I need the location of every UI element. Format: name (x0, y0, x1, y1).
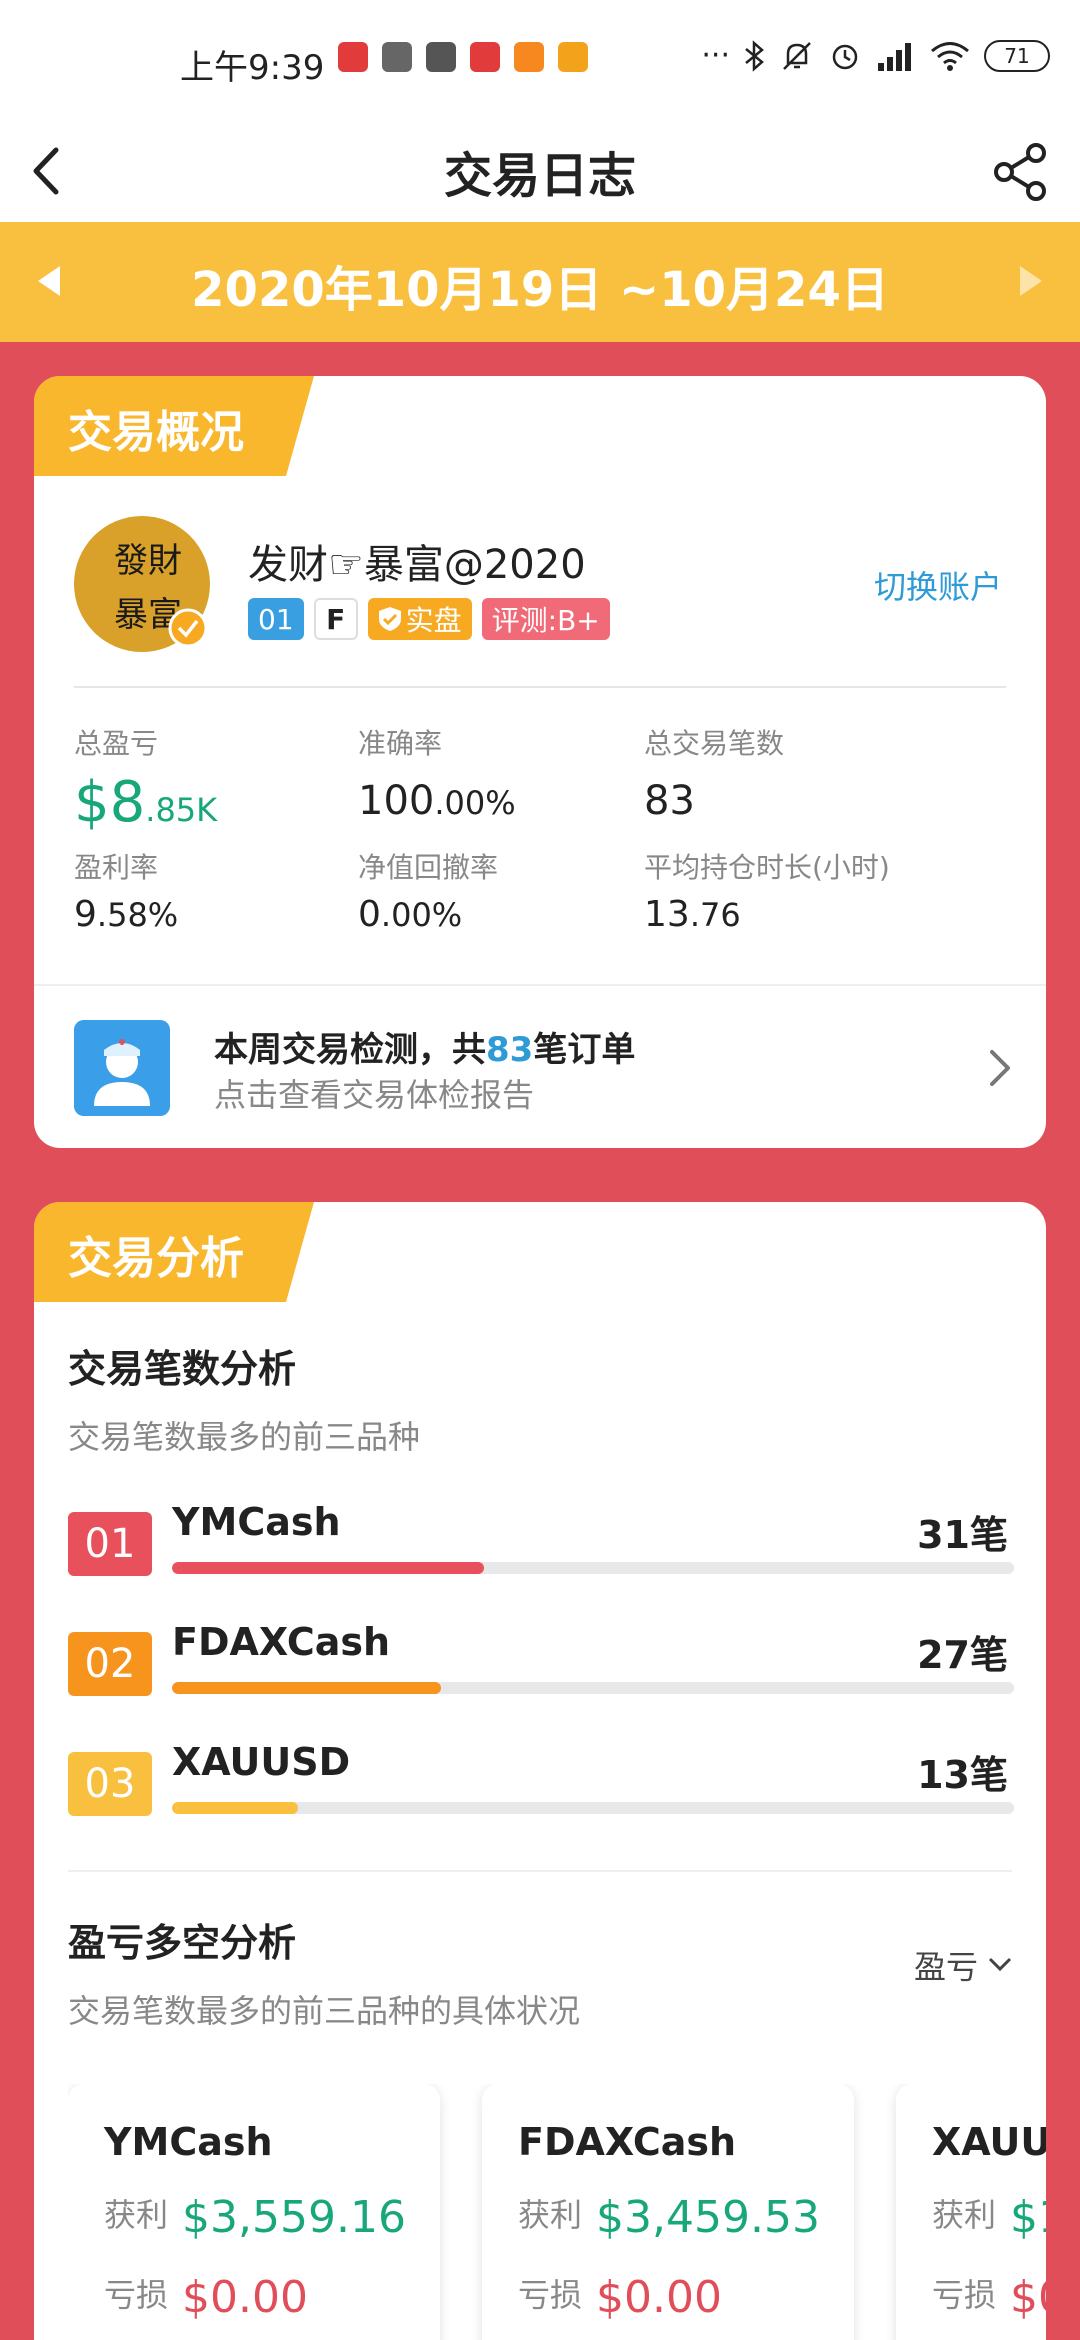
stat-profit-rate: 盈利率 9.58% (74, 851, 179, 935)
divider (68, 1870, 1012, 1872)
pl-profit-line: 获利$1, (932, 2191, 1046, 2243)
rank-symbol: XAUUSD (172, 1740, 351, 1784)
status-app-icons (338, 42, 588, 72)
more-notifications-icon: ··· (701, 38, 730, 73)
switch-account-link[interactable]: 切换账户 (874, 562, 1002, 608)
pl-symbol: XAUUSD (932, 2120, 1046, 2164)
overview-tag: 交易概况 (68, 407, 244, 458)
username: 发财☞暴富@2020 (248, 542, 586, 588)
rank-badge: 03 (68, 1752, 152, 1816)
divider (74, 686, 1006, 688)
analysis-tag: 交易分析 (68, 1233, 244, 1284)
trade-analysis-card: 交易分析 交易笔数分析 交易笔数最多的前三品种 01 YMCash 31笔 02… (34, 1202, 1046, 2340)
rank-row[interactable]: 02 FDAXCash 27笔 (68, 1620, 1014, 1722)
rating-badge: 评测:B+ (481, 598, 610, 640)
rank-badge: 02 (68, 1632, 152, 1696)
trade-count-title: 交易笔数分析 (68, 1347, 297, 1391)
signal-icon (878, 42, 911, 71)
rank-bar-track (172, 1802, 1014, 1814)
doctor-check-icon[interactable] (74, 1020, 170, 1116)
chevron-right-icon[interactable] (988, 1048, 1012, 1088)
rank-bar-fill (172, 1562, 484, 1574)
pl-symbol: YMCash (104, 2120, 273, 2164)
rank-bar-fill (172, 1802, 299, 1814)
pl-loss-line: 亏损$0 (932, 2271, 1046, 2323)
stat-total-pl: 总盈亏 $8.85K (74, 727, 218, 835)
app-icon-red (338, 42, 368, 72)
toutiao-icon (470, 42, 500, 72)
weekly-check-subtitle[interactable]: 点击查看交易体检报告 (214, 1070, 534, 1116)
stat-total-trades: 总交易笔数 83 (644, 727, 785, 824)
chevron-down-icon (988, 1957, 1012, 1972)
app-icon-orange (514, 42, 544, 72)
status-time: 上午9:39 (180, 48, 325, 88)
broker-logo-icon: F (313, 598, 358, 640)
status-bar: 上午9:39 ··· 71 (0, 0, 1080, 120)
pl-card[interactable]: YMCash 获利 $3,559.16 亏损 $0.00 (68, 2084, 440, 2340)
rank-bar-track (172, 1682, 1014, 1694)
mute-icon (783, 41, 811, 70)
app-icon-gray (426, 42, 456, 72)
pl-symbol: FDAXCash (518, 2120, 737, 2164)
rank-bar-fill (172, 1682, 442, 1694)
rank-symbol: YMCash (172, 1500, 341, 1544)
pl-type-dropdown[interactable]: 盈亏 (914, 1942, 1012, 1988)
battery-icon: 71 (984, 39, 1050, 72)
share-icon[interactable] (992, 142, 1050, 202)
bluetooth-icon (745, 39, 764, 72)
pl-profit-line: 获利 $3,459.53 (518, 2191, 820, 2243)
alarm-clock-icon (832, 44, 858, 69)
rank-count: 31笔 (917, 1513, 1008, 1557)
rank-badge: 01 (68, 1512, 152, 1576)
rank-row[interactable]: 03 XAUUSD 13笔 (68, 1740, 1014, 1842)
stat-avg-hold-time: 平均持仓时长(小时) 13.76 (644, 851, 890, 935)
pl-analysis-title: 盈亏多空分析 (68, 1921, 297, 1965)
page-title: 交易日志 (443, 148, 636, 204)
pl-analysis-subtitle: 交易笔数最多的前三品种的具体状况 (68, 1992, 581, 2030)
weekly-check-title[interactable]: 本周交易检测，共83笔订单 (214, 1022, 635, 1071)
weibo-icon (558, 42, 588, 72)
status-indicators: ··· 71 (701, 38, 1050, 73)
verified-icon (168, 608, 208, 648)
wifi-icon (931, 41, 969, 71)
trade-overview-card: 交易概况 發財暴富 发财☞暴富@2020 01 F 实盘 评测:B+ 切换账户 … (34, 376, 1046, 1148)
trade-count-subtitle: 交易笔数最多的前三品种 (68, 1418, 421, 1456)
account-number-badge: 01 (248, 598, 304, 640)
account-badges: 01 F 实盘 评测:B+ (248, 598, 610, 640)
rank-count: 27笔 (917, 1633, 1008, 1677)
pl-loss-line: 亏损 $0.00 (104, 2271, 308, 2323)
stat-drawdown: 净值回撤率 0.00% (358, 851, 499, 935)
stat-accuracy: 准确率 100.00% (358, 727, 516, 824)
pl-card[interactable]: FDAXCash 获利 $3,459.53 亏损 $0.00 (482, 2084, 854, 2340)
date-range-text: 2020年10月19日 ~10月24日 (191, 262, 889, 318)
real-account-badge: 实盘 (367, 598, 472, 640)
rank-bar-track (172, 1562, 1014, 1574)
rank-count: 13笔 (917, 1753, 1008, 1797)
rank-symbol: FDAXCash (172, 1620, 391, 1664)
top-bar: 交易日志 (0, 120, 1080, 222)
date-range-bar: 2020年10月19日 ~10月24日 (0, 222, 1080, 342)
pl-cards-scroller[interactable]: YMCash 获利 $3,559.16 亏损 $0.00 FDAXCash 获利 $3… (68, 2084, 1046, 2340)
pl-loss-line: 亏损 $0.00 (518, 2271, 722, 2323)
pl-profit-line: 获利 $3,559.16 (104, 2191, 406, 2243)
next-week-icon[interactable] (1018, 264, 1044, 298)
rank-row[interactable]: 01 YMCash 31笔 (68, 1500, 1014, 1602)
alarm-icon (382, 42, 412, 72)
pl-card[interactable]: XAUUSD 获利$1, 亏损$0 (896, 2084, 1046, 2340)
shield-check-icon (378, 607, 401, 631)
divider (34, 984, 1046, 986)
